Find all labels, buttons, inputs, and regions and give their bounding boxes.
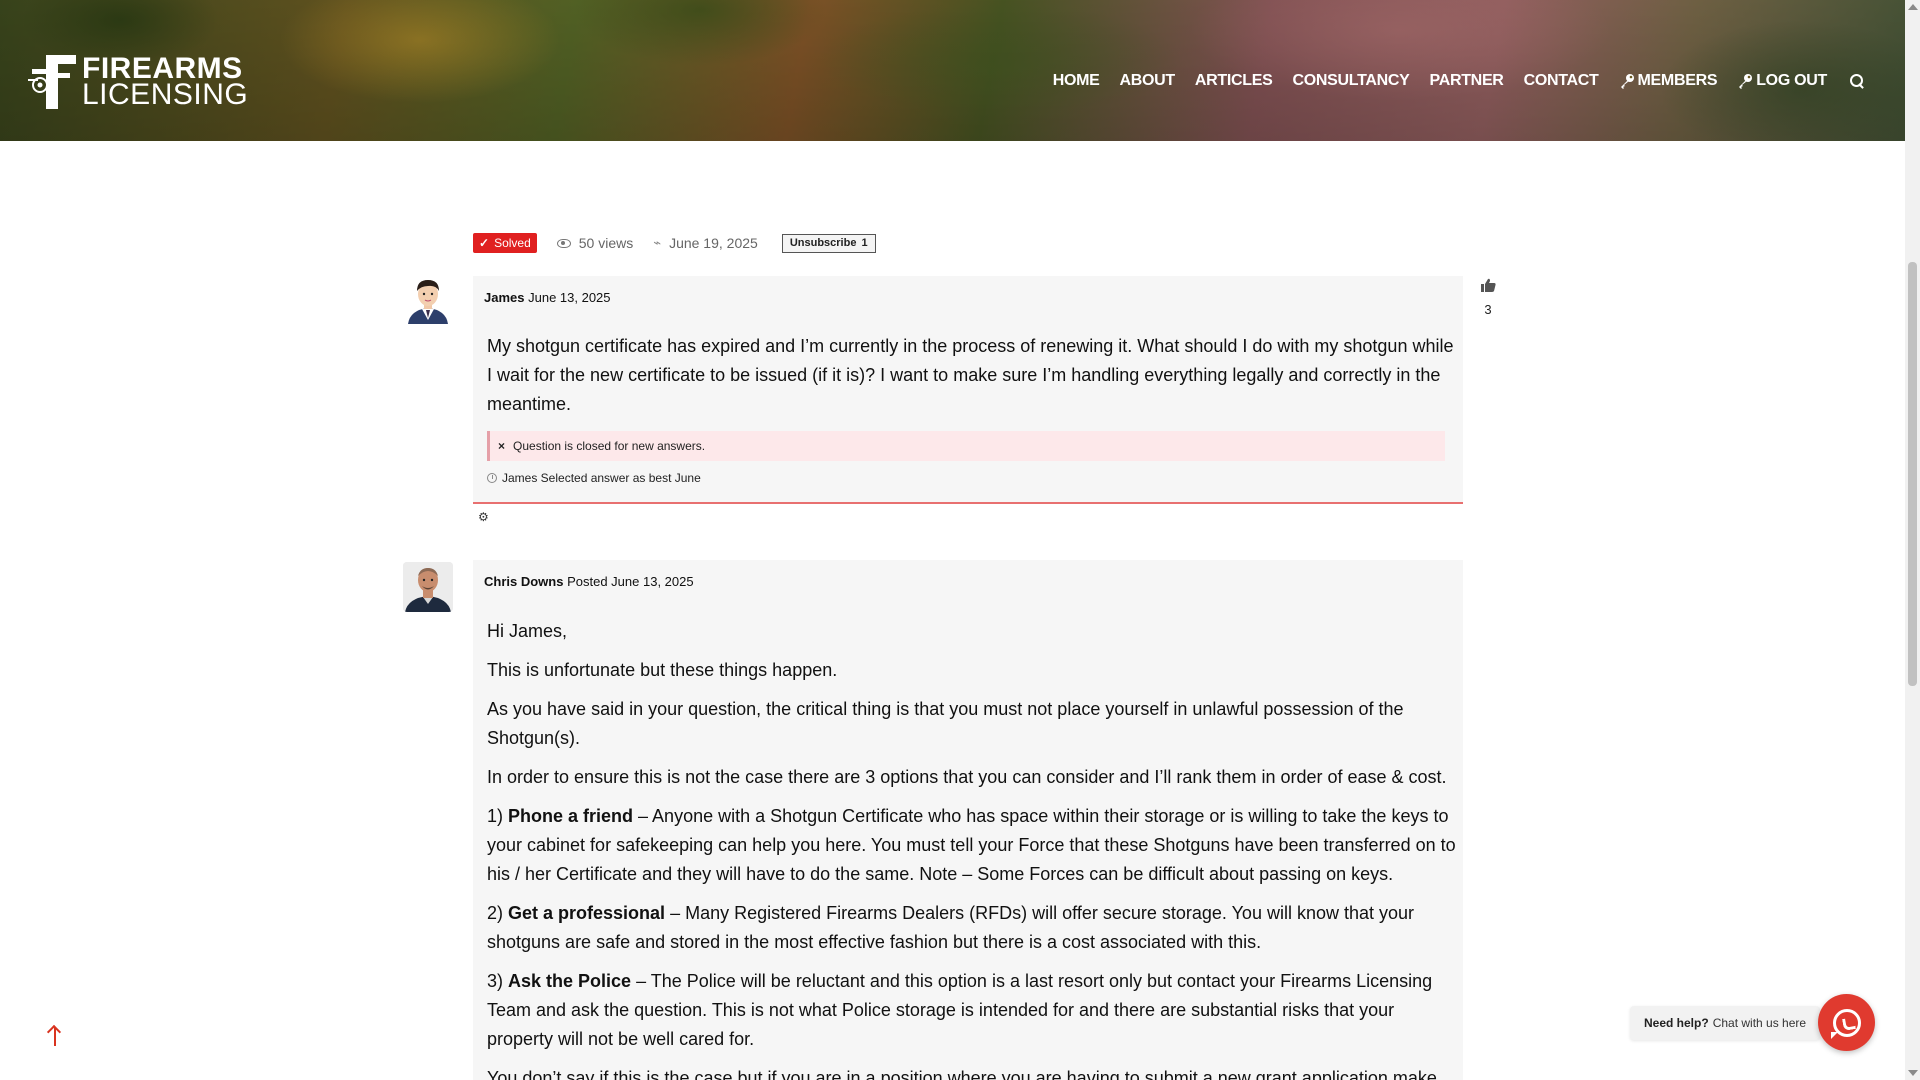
nav-contact[interactable]: CONTACT: [1524, 72, 1599, 90]
activity-icon: ⌁: [653, 235, 662, 250]
avatar[interactable]: [403, 562, 453, 612]
solved-badge: ✓ Solved: [473, 233, 537, 253]
closed-notice: × Question is closed for new answers.: [487, 431, 1445, 461]
help-text: Chat with us here: [1712, 1016, 1807, 1030]
page-scrollbar[interactable]: [1905, 0, 1920, 1080]
option-title: Phone a friend: [508, 806, 634, 826]
gear-icon[interactable]: ⚙: [478, 510, 489, 524]
thumbs-up-icon[interactable]: [1476, 278, 1500, 296]
answer-author[interactable]: Chris Downs: [484, 574, 563, 589]
solved-label: Solved: [494, 236, 531, 250]
chat-help-label[interactable]: Need help? Chat with us here: [1630, 1006, 1821, 1040]
question-meta-bar: ✓ Solved 50 views ⌁ June 19, 2025 Unsubs…: [473, 233, 876, 253]
option-number: 3): [487, 971, 509, 991]
avatar[interactable]: [403, 274, 453, 324]
question-header: James June 13, 2025: [484, 290, 611, 305]
vote-widget: 3: [1476, 278, 1500, 317]
scroll-up-arrow-icon[interactable]: [1908, 4, 1918, 10]
option-number: 2): [487, 903, 509, 923]
activity-date-text: June 19, 2025: [669, 235, 758, 251]
whatsapp-chat-button[interactable]: [1818, 994, 1875, 1051]
best-answer-text: James Selected answer as best June: [502, 471, 701, 485]
views-count: 50 views: [556, 235, 634, 251]
nav-home[interactable]: HOME: [1053, 72, 1100, 90]
answer-posted-date: Posted June 13, 2025: [567, 574, 694, 589]
nav-logout-label: LOG OUT: [1756, 72, 1827, 89]
scroll-down-arrow-icon[interactable]: [1908, 1070, 1918, 1076]
answer-option-2: 2) Get a professional – Many Registered …: [487, 899, 1457, 957]
option-title: Get a professional: [508, 903, 666, 923]
answer-paragraph: As you have said in your question, the c…: [487, 699, 1404, 748]
unsubscribe-button[interactable]: Unsubscribe 1: [781, 233, 876, 253]
scrollbar-thumb[interactable]: [1908, 262, 1917, 686]
unsubscribe-count: 1: [861, 237, 868, 249]
nav-members[interactable]: MEMBERS: [1619, 72, 1718, 90]
eye-icon: [556, 238, 571, 248]
main-nav: HOME ABOUT ARTICLES CONSULTANCY PARTNER …: [1053, 72, 1865, 90]
logo-mark-icon: [28, 55, 78, 109]
unsubscribe-label: Unsubscribe: [789, 237, 857, 249]
answer-paragraph: This is unfortunate but these things hap…: [487, 660, 838, 680]
search-icon[interactable]: [1849, 73, 1865, 89]
key-icon: [1620, 74, 1634, 89]
best-answer-activity: James Selected answer as best June: [487, 471, 701, 485]
help-bold-text: Need help?: [1644, 1016, 1709, 1030]
vote-count: 3: [1484, 302, 1492, 317]
nav-about[interactable]: ABOUT: [1120, 72, 1176, 90]
question-author[interactable]: James: [484, 290, 524, 305]
header-background-image: [0, 0, 1905, 141]
clock-icon: [487, 473, 497, 483]
question-date: June 13, 2025: [528, 290, 611, 305]
answer-paragraph: You don’t say if this is the case but if…: [487, 1068, 1437, 1080]
nav-articles[interactable]: ARTICLES: [1195, 72, 1273, 90]
site-header: FIREARMS LICENSING HOME ABOUT ARTICLES C…: [0, 0, 1905, 141]
views-text: 50 views: [578, 235, 634, 251]
nav-members-label: MEMBERS: [1637, 72, 1718, 89]
option-number: 1): [487, 806, 509, 826]
option-title: Ask the Police: [508, 971, 632, 991]
answer-body: Hi James, This is unfortunate but these …: [487, 617, 1457, 1080]
answer-post: Chris Downs Posted June 13, 2025 Hi Jame…: [473, 560, 1463, 1080]
option-text: – Anyone with a Shotgun Certificate who …: [487, 806, 1456, 884]
question-body: My shotgun certificate has expired and I…: [487, 336, 1454, 414]
close-icon: ×: [498, 439, 506, 453]
logo-text-line2: LICENSING: [82, 78, 249, 111]
closed-notice-text: Question is closed for new answers.: [513, 439, 706, 453]
site-logo[interactable]: FIREARMS LICENSING: [28, 54, 248, 110]
answer-header: Chris Downs Posted June 13, 2025: [484, 574, 694, 589]
check-icon: ✓: [479, 236, 490, 250]
answer-option-3: 3) Ask the Police – The Police will be r…: [487, 967, 1457, 1054]
key-icon: [1739, 74, 1753, 89]
whatsapp-icon: [1830, 1008, 1861, 1039]
nav-consultancy[interactable]: CONSULTANCY: [1293, 72, 1410, 90]
answer-option-1: 1) Phone a friend – Anyone with a Shotgu…: [487, 802, 1457, 889]
answer-paragraph: In order to ensure this is not the case …: [487, 767, 1447, 787]
question-post: James June 13, 2025 My shotgun certifica…: [473, 276, 1463, 504]
answer-paragraph: Hi James,: [487, 621, 568, 641]
back-to-top-arrow-icon[interactable]: [44, 1024, 66, 1050]
nav-partner[interactable]: PARTNER: [1430, 72, 1504, 90]
nav-logout[interactable]: LOG OUT: [1737, 72, 1827, 90]
activity-date: ⌁ June 19, 2025: [653, 235, 758, 251]
